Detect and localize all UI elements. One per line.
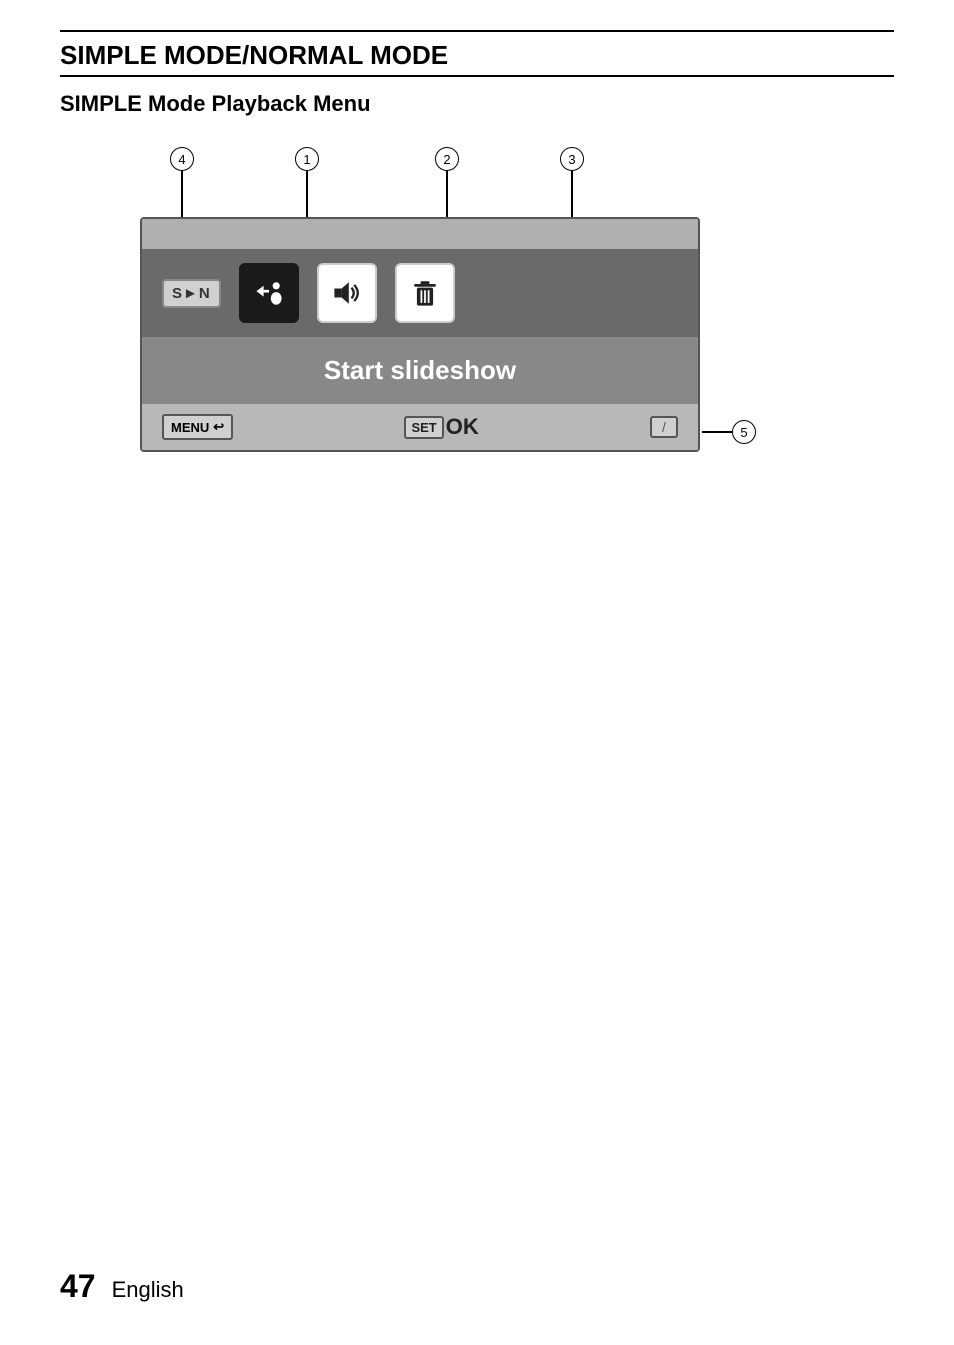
- callout-1: 1: [295, 147, 319, 171]
- callout-5: 5: [732, 420, 756, 444]
- camera-screen: S►N: [140, 217, 700, 452]
- page-number: 47: [60, 1268, 96, 1305]
- callout-line-3: [571, 170, 573, 217]
- callout-line-4: [181, 170, 183, 217]
- callout-row: 4 1 2 3: [140, 147, 740, 217]
- top-border: [60, 30, 894, 32]
- icons-row: S►N: [142, 249, 698, 337]
- section-divider: [60, 75, 894, 77]
- screen-top-bar: [142, 219, 698, 249]
- callout-line-2: [446, 170, 448, 217]
- audio-icon-svg: [329, 275, 365, 311]
- set-label: SET: [404, 416, 443, 439]
- ok-label: OK: [446, 414, 479, 440]
- delete-icon: [395, 263, 455, 323]
- sub-title: SIMPLE Mode Playback Menu: [60, 91, 894, 117]
- scene-transfer-icon: [239, 263, 299, 323]
- callout-4: 4: [170, 147, 194, 171]
- corner-icon: /: [650, 416, 678, 438]
- page-language: English: [112, 1277, 184, 1303]
- trash-icon-svg: [407, 275, 443, 311]
- page-footer: 47 English: [60, 1268, 184, 1305]
- sn-badge: S►N: [162, 279, 221, 308]
- scene-icon-svg: [251, 275, 287, 311]
- callout-line-5: [702, 431, 732, 433]
- slideshow-bar: Start slideshow: [142, 337, 698, 404]
- page-container: SIMPLE MODE/NORMAL MODE SIMPLE Mode Play…: [0, 0, 954, 1345]
- main-title: SIMPLE MODE/NORMAL MODE: [60, 40, 894, 71]
- callout-line-1: [306, 170, 308, 217]
- menu-label: MENU: [171, 420, 209, 435]
- callout-5-container: 5: [702, 420, 756, 444]
- set-ok-control: SET OK: [404, 414, 478, 440]
- callout-3: 3: [560, 147, 584, 171]
- menu-button: MENU ↩: [162, 414, 233, 440]
- callout-2: 2: [435, 147, 459, 171]
- controls-bar: MENU ↩ SET OK /: [142, 404, 698, 450]
- audio-icon: [317, 263, 377, 323]
- menu-arrow-icon: ↩: [213, 419, 224, 435]
- diagram-area: 4 1 2 3: [140, 147, 740, 457]
